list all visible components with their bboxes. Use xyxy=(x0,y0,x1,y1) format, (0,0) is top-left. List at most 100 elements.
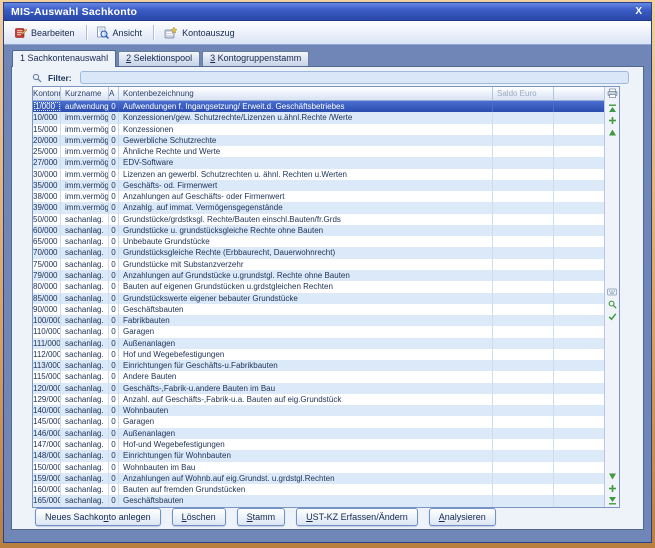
cell-kontenbezeichnung: Wohnbauten im Bau xyxy=(119,462,493,473)
cell-extra xyxy=(554,146,604,157)
select-row-icon[interactable] xyxy=(606,310,618,322)
cell-saldo-euro xyxy=(493,394,554,405)
table-row[interactable]: 27/000imm.vermög0EDV-Software xyxy=(33,157,604,168)
tab-1[interactable]: 1 Sachkontenauswahl xyxy=(12,50,116,67)
cell-kurzname: sachanlag. xyxy=(61,405,109,416)
column-header-kontenbezeichnung[interactable]: Kontenbezeichnung xyxy=(119,87,493,100)
table-row[interactable]: 150/000sachanlag.0Wohnbauten im Bau xyxy=(33,462,604,473)
table-row[interactable]: 75/000sachanlag.0Grundstücke mit Substan… xyxy=(33,259,604,270)
table-row[interactable]: 38/000imm.vermög0Anzahlungen auf Geschäf… xyxy=(33,191,604,202)
cell-kontonr: 111/000 xyxy=(33,338,61,349)
table-row[interactable]: 113/000sachanlag.0Einrichtungen für Gesc… xyxy=(33,360,604,371)
tab-2[interactable]: 2 Selektionspool xyxy=(118,51,200,66)
toolbar-button-bearbeiten[interactable]: Bearbeiten xyxy=(9,23,82,42)
cell-a: 0 xyxy=(109,259,119,270)
column-header-a[interactable]: A xyxy=(109,87,119,100)
insert-row-icon[interactable] xyxy=(606,114,618,126)
button-ust-kz-erfassen-ändern[interactable]: UST-KZ Erfassen/Ändern xyxy=(296,508,418,526)
cell-saldo-euro xyxy=(493,416,554,427)
table-row[interactable]: 148/000sachanlag.0Einrichtungen für Wohn… xyxy=(33,450,604,461)
table-row[interactable]: 146/000sachanlag.0Außenanlagen xyxy=(33,428,604,439)
cell-a: 0 xyxy=(109,281,119,292)
scroll-up-icon[interactable] xyxy=(606,126,618,138)
close-button[interactable]: X xyxy=(633,6,644,17)
table-row[interactable]: 100/000sachanlag.0Fabrikbauten xyxy=(33,315,604,326)
search-icon[interactable] xyxy=(606,298,618,310)
cell-saldo-euro xyxy=(493,360,554,371)
column-header-extra[interactable] xyxy=(554,87,604,100)
table-row[interactable]: 60/000sachanlag.0Grundstücke u. grundstü… xyxy=(33,225,604,236)
cell-a: 0 xyxy=(109,124,119,135)
cell-kontonr: 165/000 xyxy=(33,495,61,506)
cell-saldo-euro xyxy=(493,135,554,146)
table-row[interactable]: 30/000imm.vermög0Lizenzen an gewerbl. Sc… xyxy=(33,169,604,180)
filter-input[interactable] xyxy=(80,71,629,84)
keyboard-icon[interactable] xyxy=(606,286,618,298)
cell-kontonr: 100/000 xyxy=(33,315,61,326)
table-row[interactable]: 65/000sachanlag.0Unbebaute Grundstücke xyxy=(33,236,604,247)
table-row[interactable]: 35/000imm.vermög0Geschäfts- od. Firmenwe… xyxy=(33,180,604,191)
button-stamm[interactable]: Stamm xyxy=(237,508,286,526)
tab-3[interactable]: 3 Kontogruppenstamm xyxy=(202,51,309,66)
label-part-post: Kontogruppenstamm xyxy=(215,53,301,63)
table-row[interactable]: 115/000sachanlag.0Andere Bauten xyxy=(33,371,604,382)
table-row[interactable]: 140/000sachanlag.0Wohnbauten xyxy=(33,405,604,416)
button-neues-sachkonto-anlegen[interactable]: Neues Sachkonto anlegen xyxy=(35,508,161,526)
table-row[interactable]: 80/000sachanlag.0Bauten auf eigenen Grun… xyxy=(33,281,604,292)
toolbar-button-kontoauszug[interactable]: Kontoauszug xyxy=(158,23,242,42)
button-analysieren[interactable]: Analysieren xyxy=(429,508,496,526)
table-row[interactable]: 79/000sachanlag.0Anzahlungen auf Grundst… xyxy=(33,270,604,281)
cell-kontonr: 147/000 xyxy=(33,439,61,450)
column-header-label: Kontonr. xyxy=(33,89,61,98)
table-row[interactable]: 1/000aufwendung0Aufwendungen f. Ingangse… xyxy=(33,101,604,112)
cell-a: 0 xyxy=(109,157,119,168)
table-row[interactable]: 111/000sachanlag.0Außenanlagen xyxy=(33,338,604,349)
cell-extra xyxy=(554,270,604,281)
cell-kontenbezeichnung: Ähnliche Rechte und Werte xyxy=(119,146,493,157)
cell-kontenbezeichnung: Grundstücke/grdstksgl. Rechte/Bauten ein… xyxy=(119,214,493,225)
cell-saldo-euro xyxy=(493,236,554,247)
cell-a: 0 xyxy=(109,112,119,123)
table-row[interactable]: 15/000imm.vermög0Konzessionen xyxy=(33,124,604,135)
column-header-kontonr-[interactable]: Kontonr.▼ xyxy=(33,87,61,100)
toolbar-separator xyxy=(86,25,87,40)
cell-kurzname: imm.vermög xyxy=(61,112,109,123)
table-row[interactable]: 160/000sachanlag.0Bauten auf fremden Gru… xyxy=(33,484,604,495)
table-row[interactable]: 90/000sachanlag.0Geschäftsbauten xyxy=(33,304,604,315)
append-row-icon[interactable] xyxy=(606,483,618,495)
table-row[interactable]: 120/000sachanlag.0Geschäfts-,Fabrik-u.an… xyxy=(33,383,604,394)
cell-kurzname: sachanlag. xyxy=(61,495,109,506)
cell-kurzname: sachanlag. xyxy=(61,214,109,225)
table-row[interactable]: 70/000sachanlag.0Grundstücksgleiche Rech… xyxy=(33,247,604,258)
table-row[interactable]: 25/000imm.vermög0Ähnliche Rechte und Wer… xyxy=(33,146,604,157)
cell-kontenbezeichnung: Geschäftsbauten xyxy=(119,304,493,315)
table-row[interactable]: 20/000imm.vermög0Gewerbliche Schutzrecht… xyxy=(33,135,604,146)
cell-saldo-euro xyxy=(493,225,554,236)
table-row[interactable]: 39/000imm.vermög0Anzahlg. auf immat. Ver… xyxy=(33,202,604,213)
cell-kontonr: 30/000 xyxy=(33,169,61,180)
table-row[interactable]: 10/000imm.vermög0Konzessionen/gew. Schut… xyxy=(33,112,604,123)
table-row[interactable]: 159/000sachanlag.0Anzahlungen auf Wohnb.… xyxy=(33,473,604,484)
cell-kontonr: 27/000 xyxy=(33,157,61,168)
table-row[interactable]: 85/000sachanlag.0Grundstückswerte eigene… xyxy=(33,293,604,304)
button-löschen[interactable]: Löschen xyxy=(172,508,226,526)
table-row[interactable]: 50/000sachanlag.0Grundstücke/grdstksgl. … xyxy=(33,214,604,225)
table-row[interactable]: 165/000sachanlag.0Geschäftsbauten xyxy=(33,495,604,506)
column-header-kurzname[interactable]: Kurzname xyxy=(61,87,109,100)
cell-kurzname: sachanlag. xyxy=(61,473,109,484)
table-row[interactable]: 145/000sachanlag.0Garagen xyxy=(33,416,604,427)
cell-saldo-euro xyxy=(493,214,554,225)
printer-icon[interactable] xyxy=(606,87,618,99)
scroll-down-icon[interactable] xyxy=(606,471,618,483)
cell-kurzname: sachanlag. xyxy=(61,416,109,427)
table-row[interactable]: 112/000sachanlag.0Hof und Wegebefestigun… xyxy=(33,349,604,360)
table-row[interactable]: 110/000sachanlag.0Garagen xyxy=(33,326,604,337)
toolbar-button-label: Ansicht xyxy=(113,28,143,38)
scroll-first-icon[interactable] xyxy=(606,102,618,114)
cell-a: 0 xyxy=(109,315,119,326)
table-row[interactable]: 147/000sachanlag.0Hof-und Wegebefestigun… xyxy=(33,439,604,450)
table-row[interactable]: 129/000sachanlag.0Anzahl. auf Geschäfts-… xyxy=(33,394,604,405)
column-header-saldo-euro[interactable]: Saldo Euro xyxy=(493,87,554,100)
toolbar-button-ansicht[interactable]: Ansicht xyxy=(91,23,150,42)
scroll-last-icon[interactable] xyxy=(606,495,618,507)
